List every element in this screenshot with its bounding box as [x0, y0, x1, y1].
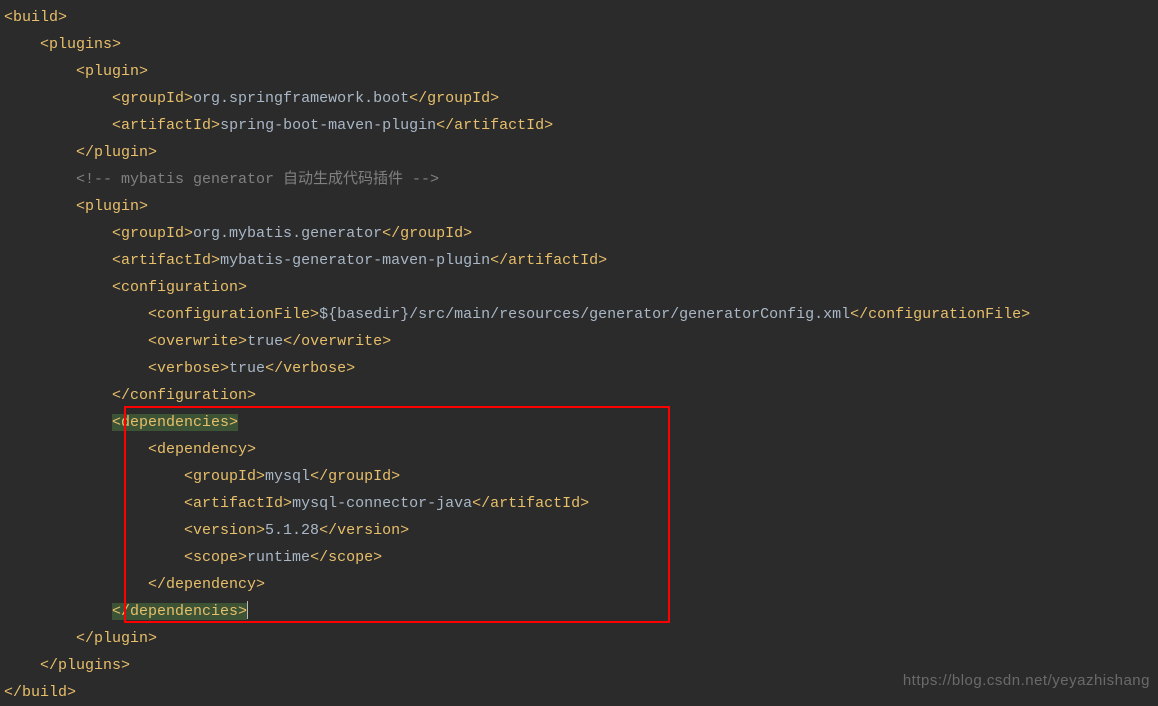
code-line: <verbose>true</verbose>	[4, 355, 1158, 382]
tag-build-open: <build>	[4, 9, 67, 26]
text-verbose: true	[229, 360, 265, 377]
tag-artifactId-open: <artifactId>	[184, 495, 292, 512]
code-editor[interactable]: <build> <plugins> <plugin> <groupId>org.…	[4, 4, 1158, 706]
tag-configurationFile-open: <configurationFile>	[148, 306, 319, 323]
tag-plugin-close: </plugin>	[76, 144, 157, 161]
tag-plugin-open: <plugin>	[76, 198, 148, 215]
code-line: <scope>runtime</scope>	[4, 544, 1158, 571]
code-line: </dependency>	[4, 571, 1158, 598]
tag-dependency-close: </dependency>	[148, 576, 265, 593]
code-line: <configurationFile>${basedir}/src/main/r…	[4, 301, 1158, 328]
code-line: <dependency>	[4, 436, 1158, 463]
tag-scope-open: <scope>	[184, 549, 247, 566]
comment: <!-- mybatis generator 自动生成代码插件 -->	[76, 171, 439, 188]
code-line: <groupId>mysql</groupId>	[4, 463, 1158, 490]
text-groupId: org.mybatis.generator	[193, 225, 382, 242]
tag-groupId-open: <groupId>	[112, 225, 193, 242]
tag-version-close: </version>	[319, 522, 409, 539]
tag-verbose-close: </verbose>	[265, 360, 355, 377]
tag-dependencies-open: <dependencies>	[112, 414, 238, 431]
tag-overwrite-close: </overwrite>	[283, 333, 391, 350]
tag-verbose-open: <verbose>	[148, 360, 229, 377]
text-artifactId: spring-boot-maven-plugin	[220, 117, 436, 134]
code-line: <dependencies>	[4, 409, 1158, 436]
code-line: </configuration>	[4, 382, 1158, 409]
tag-scope-close: </scope>	[310, 549, 382, 566]
code-line: <build>	[4, 4, 1158, 31]
code-line: <plugins>	[4, 31, 1158, 58]
text-scope: runtime	[247, 549, 310, 566]
text-configurationFile: ${basedir}/src/main/resources/generator/…	[319, 306, 850, 323]
code-line: <groupId>org.mybatis.generator</groupId>	[4, 220, 1158, 247]
tag-overwrite-open: <overwrite>	[148, 333, 247, 350]
tag-artifactId-close: </artifactId>	[490, 252, 607, 269]
tag-artifactId-close: </artifactId>	[472, 495, 589, 512]
tag-plugin-open: <plugin>	[76, 63, 148, 80]
text-groupId: mysql	[265, 468, 310, 485]
tag-configuration-open: <configuration>	[112, 279, 247, 296]
tag-groupId-close: </groupId>	[409, 90, 499, 107]
text-version: 5.1.28	[265, 522, 319, 539]
tag-artifactId-close: </artifactId>	[436, 117, 553, 134]
code-line: <plugin>	[4, 58, 1158, 85]
watermark: https://blog.csdn.net/yeyazhishang	[903, 667, 1150, 694]
text-artifactId: mysql-connector-java	[292, 495, 472, 512]
code-line: </plugin>	[4, 625, 1158, 652]
tag-configurationFile-close: </configurationFile>	[850, 306, 1030, 323]
text-overwrite: true	[247, 333, 283, 350]
code-line: <groupId>org.springframework.boot</group…	[4, 85, 1158, 112]
code-line: </plugin>	[4, 139, 1158, 166]
tag-groupId-close: </groupId>	[382, 225, 472, 242]
code-line: <overwrite>true</overwrite>	[4, 328, 1158, 355]
tag-groupId-open: <groupId>	[184, 468, 265, 485]
tag-artifactId-open: <artifactId>	[112, 117, 220, 134]
text-groupId: org.springframework.boot	[193, 90, 409, 107]
tag-version-open: <version>	[184, 522, 265, 539]
code-line: <artifactId>mysql-connector-java</artifa…	[4, 490, 1158, 517]
code-line: <!-- mybatis generator 自动生成代码插件 -->	[4, 166, 1158, 193]
code-line: <artifactId>mybatis-generator-maven-plug…	[4, 247, 1158, 274]
text-artifactId: mybatis-generator-maven-plugin	[220, 252, 490, 269]
tag-plugin-close: </plugin>	[76, 630, 157, 647]
tag-configuration-close: </configuration>	[112, 387, 256, 404]
tag-dependency-open: <dependency>	[148, 441, 256, 458]
tag-plugins-close: </plugins>	[40, 657, 130, 674]
code-line: <version>5.1.28</version>	[4, 517, 1158, 544]
code-line: <artifactId>spring-boot-maven-plugin</ar…	[4, 112, 1158, 139]
tag-build-close: </build>	[4, 684, 76, 701]
tag-groupId-open: <groupId>	[112, 90, 193, 107]
tag-plugins-open: <plugins>	[40, 36, 121, 53]
tag-artifactId-open: <artifactId>	[112, 252, 220, 269]
tag-groupId-close: </groupId>	[310, 468, 400, 485]
caret-icon	[247, 601, 248, 619]
code-line: <plugin>	[4, 193, 1158, 220]
code-line: </dependencies>	[4, 598, 1158, 625]
tag-dependencies-close: </dependencies>	[112, 603, 247, 620]
code-line: <configuration>	[4, 274, 1158, 301]
